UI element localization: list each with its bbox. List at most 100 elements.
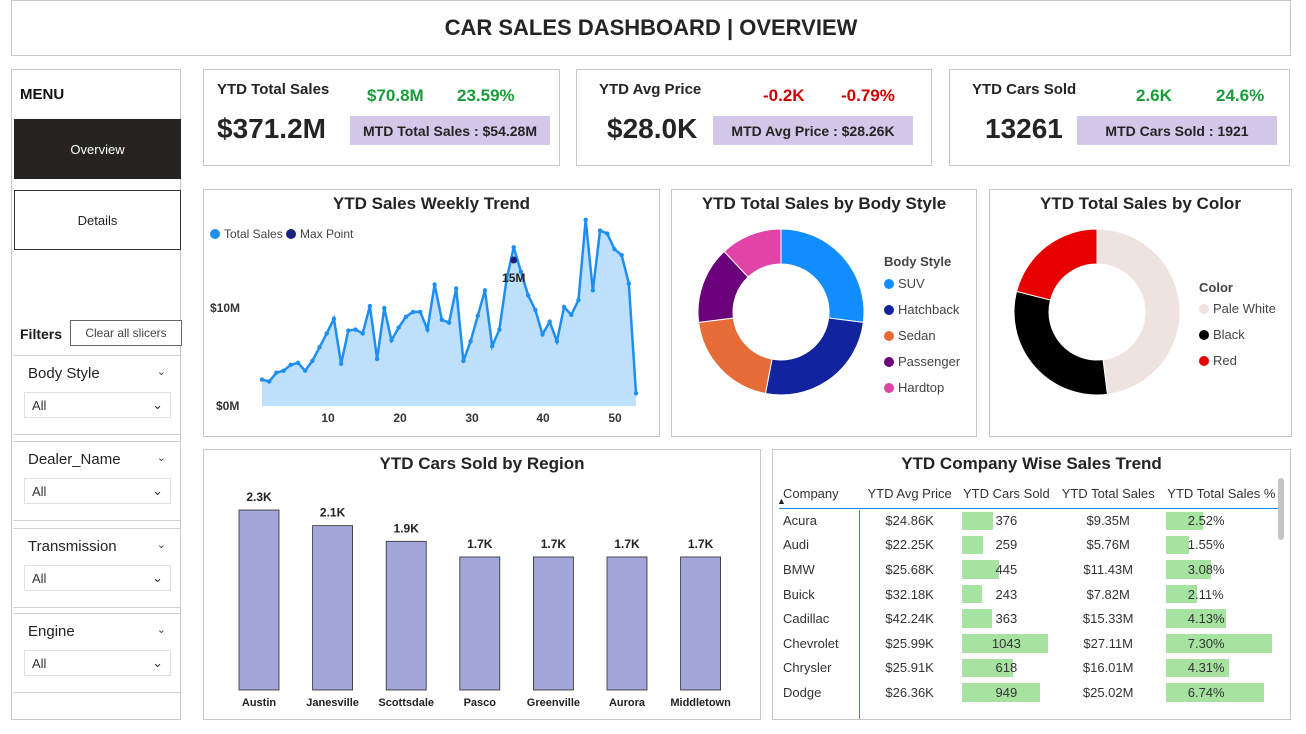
- bar[interactable]: [459, 556, 501, 691]
- data-point[interactable]: [633, 391, 639, 396]
- data-point[interactable]: [569, 312, 574, 318]
- data-point[interactable]: [612, 247, 617, 252]
- data-point[interactable]: [453, 286, 459, 291]
- data-point[interactable]: [367, 303, 373, 309]
- data-point[interactable]: [274, 370, 279, 375]
- data-point[interactable]: [310, 358, 315, 364]
- data-point[interactable]: [288, 362, 293, 368]
- data-point[interactable]: [547, 319, 552, 324]
- data-point[interactable]: [266, 379, 272, 384]
- table-row[interactable]: BMW $25.68K 445 $11.43M 3.08%: [779, 557, 1279, 582]
- data-point[interactable]: [525, 293, 531, 298]
- legend-black[interactable]: Black: [1199, 327, 1245, 342]
- data-point[interactable]: [418, 309, 423, 315]
- data-point[interactable]: [554, 339, 560, 344]
- legend-sedan[interactable]: Sedan: [884, 328, 936, 343]
- data-point[interactable]: [605, 231, 610, 236]
- legend-red[interactable]: Red: [1199, 353, 1237, 368]
- data-point[interactable]: [360, 331, 365, 336]
- data-point[interactable]: [446, 320, 452, 325]
- table-row[interactable]: Acura $24.86K 376 $9.35M 2.52%: [779, 508, 1279, 533]
- data-point[interactable]: [338, 361, 344, 367]
- data-point[interactable]: [346, 328, 351, 333]
- body-style-dropdown[interactable]: All ⌄: [24, 392, 171, 418]
- color-slice-pale-white[interactable]: [1096, 228, 1181, 395]
- table-scrollbar[interactable]: [1278, 478, 1284, 540]
- legend-hatchback[interactable]: Hatchback: [884, 302, 959, 317]
- bar[interactable]: [680, 556, 722, 691]
- body-style-slice-sedan[interactable]: [698, 317, 773, 395]
- max-point-marker[interactable]: [510, 256, 518, 264]
- data-point[interactable]: [353, 327, 358, 332]
- body-style-slice-hatchback[interactable]: [764, 317, 864, 396]
- dealer-name-dropdown[interactable]: All ⌄: [24, 478, 171, 504]
- data-point[interactable]: [540, 332, 545, 337]
- data-point[interactable]: [425, 327, 430, 332]
- data-point[interactable]: [511, 245, 516, 250]
- data-point[interactable]: [331, 316, 337, 321]
- data-point[interactable]: [583, 217, 588, 222]
- legend-passenger[interactable]: Passenger: [884, 354, 960, 369]
- data-point[interactable]: [468, 339, 473, 344]
- nav-details-button[interactable]: Details: [14, 190, 181, 250]
- data-point[interactable]: [432, 282, 437, 287]
- data-point[interactable]: [626, 281, 632, 286]
- data-point[interactable]: [396, 325, 401, 330]
- table-row[interactable]: Dodge $26.36K 949 $25.02M 6.74%: [779, 680, 1279, 705]
- data-point[interactable]: [590, 288, 596, 293]
- color-slice-red[interactable]: [1015, 228, 1098, 301]
- column-header-cars-sold[interactable]: YTD Cars Sold: [960, 480, 1053, 509]
- table-row[interactable]: Audi $22.25K 259 $5.76M 1.55%: [779, 533, 1279, 558]
- table-row[interactable]: Buick $32.18K 243 $7.82M 2.11%: [779, 582, 1279, 607]
- bar[interactable]: [238, 509, 280, 691]
- color-slice-black[interactable]: [1013, 290, 1108, 396]
- data-point[interactable]: [281, 368, 286, 373]
- data-point[interactable]: [619, 252, 624, 258]
- legend-suv[interactable]: SUV: [884, 276, 925, 291]
- data-point[interactable]: [403, 314, 409, 320]
- column-header-avg-price[interactable]: YTD Avg Price: [859, 480, 961, 509]
- nav-overview-button[interactable]: Overview: [14, 119, 181, 179]
- body-style-slice-suv[interactable]: [780, 228, 865, 323]
- legend-hardtop[interactable]: Hardtop: [884, 380, 944, 395]
- data-point[interactable]: [382, 305, 387, 311]
- data-point[interactable]: [302, 368, 308, 373]
- chevron-down-icon[interactable]: ⌄: [157, 365, 166, 378]
- data-point[interactable]: [295, 360, 301, 366]
- data-point[interactable]: [439, 317, 445, 322]
- data-point[interactable]: [597, 228, 603, 233]
- engine-dropdown[interactable]: All ⌄: [24, 650, 171, 676]
- data-point[interactable]: [389, 338, 394, 343]
- data-point[interactable]: [259, 377, 265, 382]
- data-point[interactable]: [475, 313, 480, 319]
- column-header-sales-pct[interactable]: YTD Total Sales %: [1163, 480, 1279, 509]
- data-point[interactable]: [489, 344, 495, 349]
- data-point[interactable]: [324, 331, 329, 336]
- column-header-company[interactable]: Company: [779, 480, 860, 509]
- legend-pale-white[interactable]: Pale White: [1199, 301, 1276, 316]
- chevron-down-icon[interactable]: ⌄: [157, 623, 166, 636]
- column-header-total-sales[interactable]: YTD Total Sales: [1052, 480, 1164, 509]
- bar[interactable]: [532, 556, 574, 691]
- sort-ascending-icon[interactable]: ▲: [777, 496, 786, 506]
- data-point[interactable]: [497, 327, 502, 332]
- bar[interactable]: [606, 556, 648, 691]
- data-point[interactable]: [482, 288, 488, 293]
- data-point[interactable]: [410, 309, 416, 315]
- clear-slicers-button[interactable]: Clear all slicers: [70, 320, 182, 346]
- transmission-dropdown[interactable]: All ⌄: [24, 565, 171, 591]
- data-point[interactable]: [533, 307, 538, 313]
- bar[interactable]: [385, 540, 427, 691]
- chevron-down-icon[interactable]: ⌄: [157, 538, 166, 551]
- table-row[interactable]: Cadillac $42.24K 363 $15.33M 4.13%: [779, 606, 1279, 631]
- bar[interactable]: [312, 525, 353, 691]
- data-point[interactable]: [317, 345, 322, 350]
- data-point[interactable]: [576, 297, 581, 303]
- data-point[interactable]: [461, 358, 466, 364]
- data-point[interactable]: [374, 356, 380, 362]
- kpi-card-total-sales: YTD Total Sales $371.2M $70.8M 23.59% MT…: [203, 69, 560, 166]
- chevron-down-icon[interactable]: ⌄: [157, 451, 166, 464]
- table-row[interactable]: Chrysler $25.91K 618 $16.01M 4.31%: [779, 656, 1279, 681]
- data-point[interactable]: [561, 304, 567, 310]
- table-row[interactable]: Chevrolet $25.99K 1043 $27.11M 7.30%: [779, 631, 1279, 656]
